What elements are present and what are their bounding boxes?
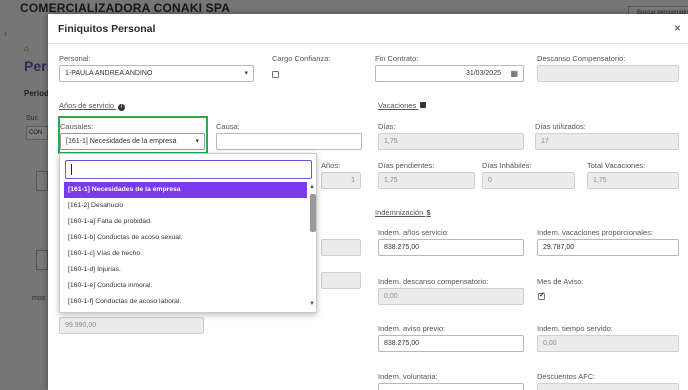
total-vacaciones-label: Total Vacaciones: [587,161,646,170]
dropdown-scrollbar[interactable]: ▲ ▼ [309,184,316,312]
dias-inhabiles-input[interactable]: 0 [482,172,575,189]
vacaciones-title: Vacaciones [378,101,427,110]
left-hidden-input[interactable] [321,239,361,256]
dias-label: Días: [378,122,396,131]
descanso-compensatorio-label: Descanso Compensatorio: [537,54,626,63]
anos-servicio-title: Años de servicio i [59,101,126,111]
indemnizacion-label: Indemnización [375,208,424,217]
close-icon[interactable]: × [674,21,681,35]
personal-select[interactable]: 1-PAULA ANDREA ANDINO ▾ [59,65,254,82]
causales-option[interactable]: [160-1-d] Injurias. [64,262,307,278]
descuentos-afc-input[interactable] [537,383,679,390]
chevron-down-icon: ▾ [244,70,248,77]
indem-vac-prop-input[interactable]: 29.787,00 [537,239,679,256]
suitcase-icon [420,102,427,108]
mes-aviso-checkbox[interactable] [538,291,545,300]
anos-label: Años: [321,161,341,170]
causales-select[interactable]: [161-1] Necesidades de la empresa ▾ [60,133,205,150]
causales-label: Causales: [60,122,94,131]
indem-anos-servicio-label: Indem. años servicio: [378,228,449,237]
vacaciones-label: Vacaciones [378,101,417,110]
modal-title: Finiquitos Personal [58,23,156,35]
dias-inhabiles-label: Días Inhábiles: [482,161,532,170]
modal-header: Finiquitos Personal × [48,14,688,44]
causales-dropdown: [161-1] Necesidades de la empresa [161-2… [59,153,317,313]
cargo-confianza-checkbox[interactable] [272,71,279,78]
personal-label: Personal: [59,54,91,63]
indem-voluntaria-label: Indem. voluntaria: [378,372,438,381]
dias-utilizados-label: Días utilizados: [535,122,586,131]
text-cursor [71,164,72,175]
dias-utilizados-input[interactable]: 17 [535,133,679,150]
personal-value: 1-PAULA ANDREA ANDINO [65,70,153,77]
chevron-down-icon: ▾ [195,138,199,145]
causa-label: Causa: [216,122,240,131]
scroll-down-icon[interactable]: ▼ [309,301,315,307]
fin-contrato-input[interactable]: 31/03/2025 ▦ [375,65,524,82]
causales-option[interactable]: [160-1-c] Vías de hecho. [64,246,307,262]
causales-option[interactable]: [160-1-e] Conducta inmoral. [64,278,307,294]
dollar-icon: $ [426,208,431,217]
total-vacaciones-input[interactable]: 1,75 [587,172,679,189]
indemnizacion-title: Indemnización $ [375,208,431,217]
anos-servicio-label: Años de servicio [59,101,115,110]
indem-tiempo-servido-input[interactable]: 0,00 [537,335,679,352]
causales-option[interactable]: [160-1-a] Falta de probidad. [64,214,307,230]
mes-aviso-label: Mes de Aviso: [537,277,584,286]
left-bottom-input[interactable]: 99.990,00 [59,317,204,334]
causales-option[interactable]: [160-1-b] Conductas de acoso sexual. [64,230,307,246]
causa-input[interactable] [216,133,362,150]
finiquitos-modal: Finiquitos Personal × Personal: 1-PAULA … [48,14,688,390]
causales-option[interactable]: [160-1-f] Conductas de acoso laboral. [64,294,307,310]
descuentos-afc-label: Descuentos AFC: [537,372,596,381]
indem-voluntaria-input[interactable] [378,383,524,390]
fin-contrato-label: Fin Contrato: [375,54,419,63]
indem-aviso-previo-label: Indem. aviso previo: [378,324,446,333]
indem-descanso-input[interactable]: 0,00 [378,288,524,305]
cargo-confianza-label: Cargo Confianza: [272,54,331,63]
scrollbar-thumb[interactable] [310,194,316,232]
calendar-icon[interactable]: ▦ [510,69,518,78]
causales-value: [161-1] Necesidades de la empresa [66,138,177,145]
indem-tiempo-servido-label: Indem. tiempo servido: [537,324,613,333]
dias-pendientes-input[interactable]: 1,75 [378,172,475,189]
indem-aviso-previo-input[interactable]: 838.275,00 [378,335,524,352]
causales-option[interactable]: [161-1] Necesidades de la empresa [64,182,307,198]
scroll-up-icon[interactable]: ▲ [309,184,315,190]
left-hidden-input[interactable] [321,272,361,289]
descanso-compensatorio-input[interactable] [537,65,679,82]
indem-descanso-label: Indem. descanso compensatorio: [378,277,489,286]
indem-anos-servicio-input[interactable]: 838.275,00 [378,239,524,256]
causales-search-input[interactable] [65,160,312,179]
info-icon[interactable]: i [118,104,126,111]
dias-pendientes-label: Días pendientes: [378,161,435,170]
indem-vac-prop-label: Indem. vacaciones proporcionales: [537,228,653,237]
dias-input[interactable]: 1,75 [378,133,524,150]
causales-option[interactable]: [161-2] Desahucio [64,198,307,214]
fin-contrato-value: 31/03/2025 [465,70,501,77]
anos-input[interactable]: 1 [321,172,361,189]
